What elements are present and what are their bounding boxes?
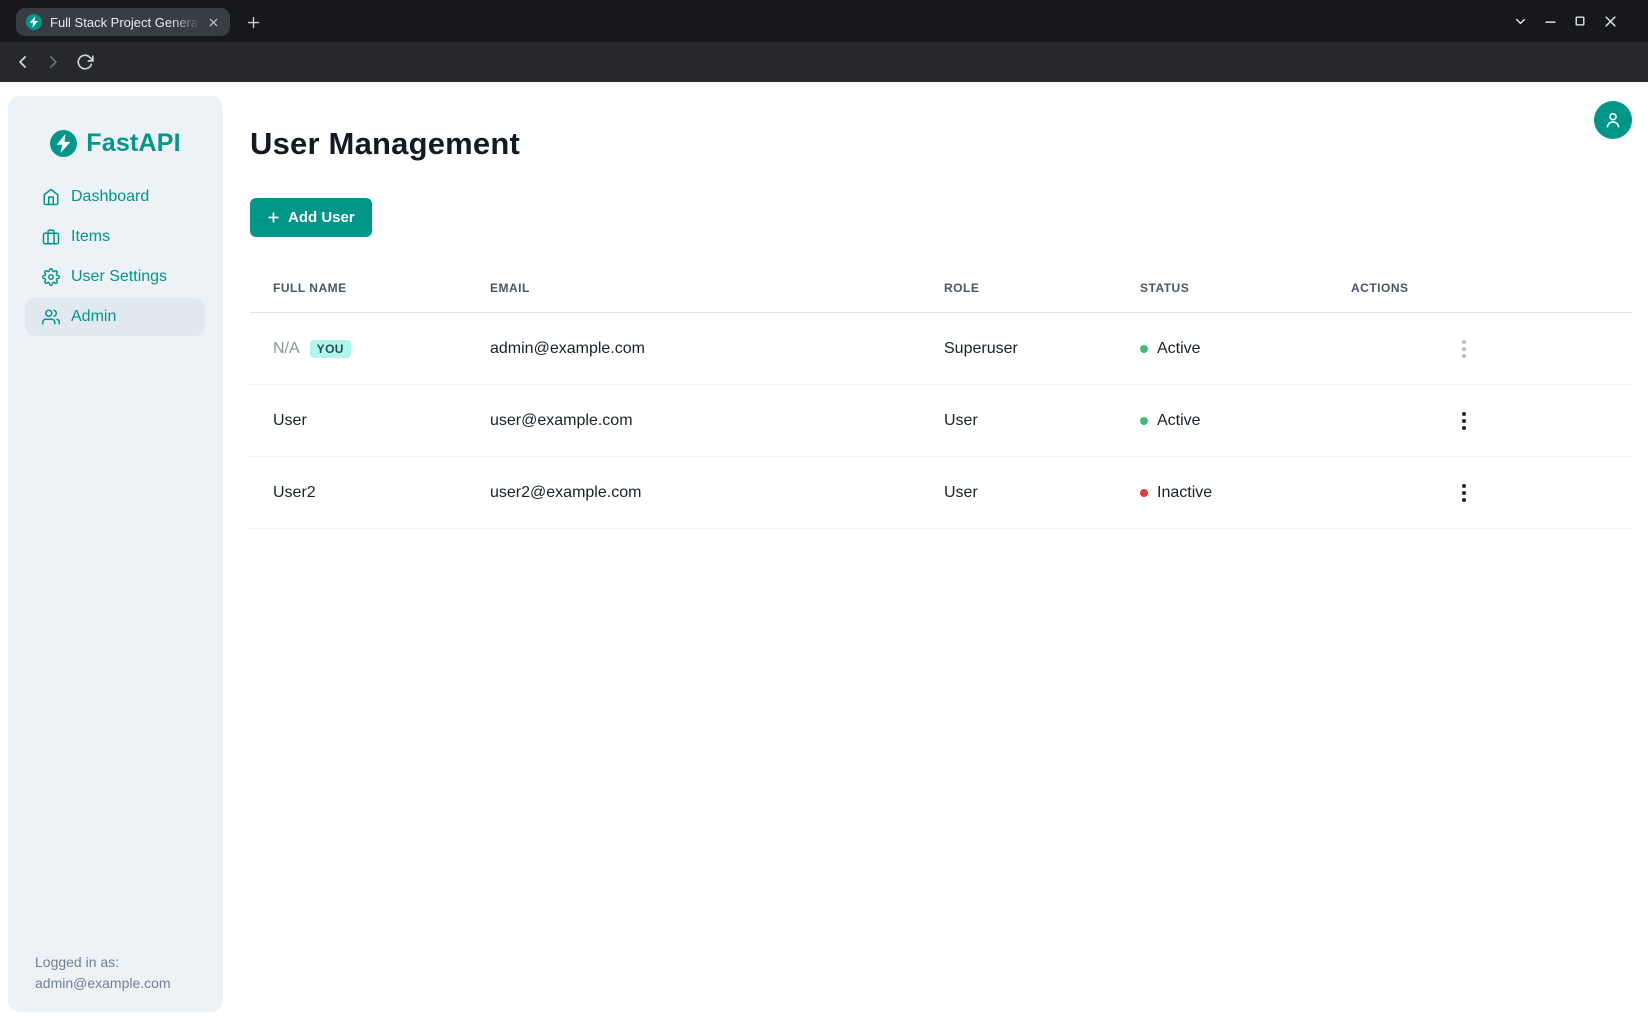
status-text: Inactive [1157,484,1212,502]
column-header-role: ROLE [921,263,1117,312]
user-menu-avatar-button[interactable] [1594,101,1632,139]
cell-email: admin@example.com [467,313,921,384]
new-tab-button[interactable] [240,9,266,35]
logged-in-label: Logged in as: [35,952,171,973]
sidebar: FastAPI Dashboard Items [8,96,223,1012]
users-table: FULL NAME EMAIL ROLE STATUS ACTIONS N/A … [250,263,1632,529]
status-text: Active [1157,412,1201,430]
users-icon [42,308,60,326]
row-actions-kebab-icon[interactable] [1456,332,1472,365]
email-text: user2@example.com [490,484,641,502]
email-text: admin@example.com [490,340,645,358]
page-title: User Management [250,126,520,162]
reload-icon[interactable] [71,48,99,76]
home-icon [42,188,60,206]
cell-status: Active [1117,313,1328,384]
role-text: User [944,484,978,502]
gear-icon [42,268,60,286]
row-actions-kebab-icon[interactable] [1456,476,1472,509]
app-page: FastAPI Dashboard Items [0,82,1648,1025]
cell-full-name: User [250,385,467,456]
cell-actions [1328,457,1632,528]
cell-full-name: User2 [250,457,467,528]
cell-role: Superuser [921,313,1117,384]
role-text: Superuser [944,340,1018,358]
cell-status: Active [1117,385,1328,456]
sidebar-item-items[interactable]: Items [8,217,223,257]
tab-title: Full Stack Project Genera [50,15,204,30]
browser-window: Full Stack Project Genera [0,0,1648,1025]
sidebar-item-user-settings[interactable]: User Settings [8,257,223,297]
email-text: user@example.com [490,412,633,430]
full-name-text: User2 [273,484,316,502]
column-header-full-name: FULL NAME [250,263,467,312]
add-user-button[interactable]: Add User [250,198,372,237]
sidebar-item-dashboard[interactable]: Dashboard [8,177,223,217]
full-name-text: User [273,412,307,430]
window-controls [1512,0,1648,42]
table-row: N/A YOU admin@example.com Superuser Acti… [250,313,1632,385]
brand: FastAPI [8,129,223,158]
fastapi-logo-icon [50,130,77,157]
full-name-text: N/A [273,340,300,358]
role-text: User [944,412,978,430]
fastapi-favicon-icon [26,14,42,30]
column-header-actions: ACTIONS [1328,263,1632,312]
logged-in-footer: Logged in as: admin@example.com [35,952,171,994]
table-row: User2 user2@example.com User Inactive [250,457,1632,529]
you-badge: YOU [310,340,351,358]
table-row: User user@example.com User Active [250,385,1632,457]
browser-toolbar: localhost/admin 1 [0,42,1648,82]
tab-close-icon[interactable] [204,13,222,31]
cell-actions [1328,385,1632,456]
logged-in-email: admin@example.com [35,973,171,994]
minimize-icon[interactable] [1542,13,1558,29]
back-icon[interactable] [9,48,37,76]
cell-role: User [921,457,1117,528]
tab-search-chevron-icon[interactable] [1512,13,1528,29]
row-actions-kebab-icon[interactable] [1456,404,1472,437]
column-header-email: EMAIL [467,263,921,312]
status-text: Active [1157,340,1201,358]
forward-icon[interactable] [39,48,67,76]
status-dot [1140,417,1148,425]
cell-email: user@example.com [467,385,921,456]
cell-email: user2@example.com [467,457,921,528]
user-icon [1603,110,1623,130]
cell-status: Inactive [1117,457,1328,528]
tab-bar: Full Stack Project Genera [0,0,1648,42]
cell-full-name: N/A YOU [250,313,467,384]
column-header-status: STATUS [1117,263,1328,312]
table-body: N/A YOU admin@example.com Superuser Acti… [250,313,1632,529]
briefcase-icon [42,228,60,246]
cell-actions [1328,313,1632,384]
close-window-icon[interactable] [1602,13,1618,29]
table-header-row: FULL NAME EMAIL ROLE STATUS ACTIONS [250,263,1632,313]
status-dot [1140,345,1148,353]
sidebar-nav: Dashboard Items User Settings [8,177,223,337]
brand-name: FastAPI [86,129,180,158]
plus-icon [267,211,280,224]
sidebar-item-admin[interactable]: Admin [8,297,223,337]
browser-tab[interactable]: Full Stack Project Genera [16,8,230,36]
maximize-icon[interactable] [1572,13,1588,29]
cell-role: User [921,385,1117,456]
status-dot [1140,489,1148,497]
